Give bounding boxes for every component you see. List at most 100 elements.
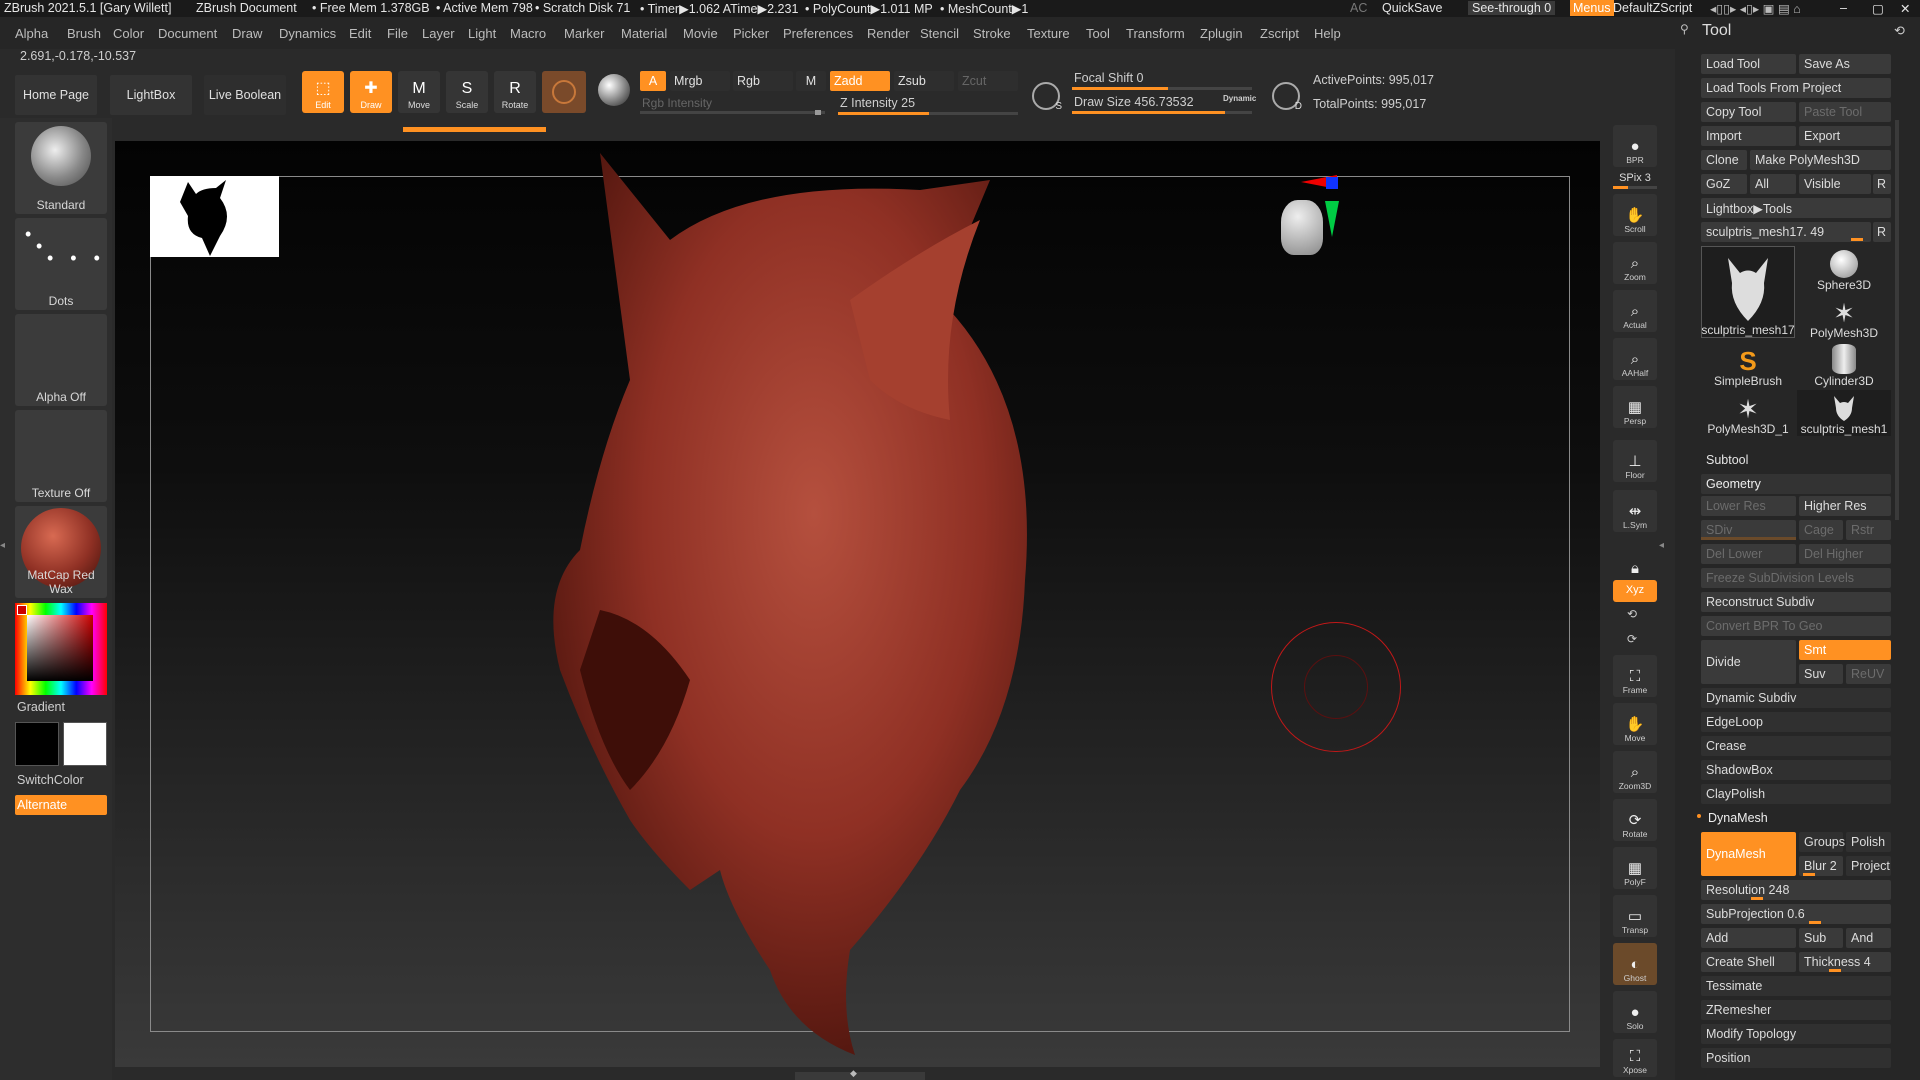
paste-tool-button[interactable]: Paste Tool	[1799, 102, 1891, 122]
menu-zplugin[interactable]: Zplugin	[1200, 26, 1243, 41]
load-tools-from-project-button[interactable]: Load Tools From Project	[1701, 78, 1891, 98]
resolution-slider[interactable]: Resolution 248	[1701, 880, 1891, 900]
frame-button[interactable]: ⛶ Frame	[1613, 655, 1657, 697]
sub-button[interactable]: Sub	[1799, 928, 1843, 948]
current-tool-r-button[interactable]: R	[1873, 222, 1891, 242]
menu-preferences[interactable]: Preferences	[783, 26, 853, 41]
create-shell-button[interactable]: Create Shell	[1701, 952, 1796, 972]
tool-tile-cylinder3d[interactable]: Cylinder3D	[1797, 342, 1891, 388]
material-thumbnail[interactable]: MatCap Red Wax	[15, 506, 107, 598]
menu-draw[interactable]: Draw	[232, 26, 262, 41]
m-button[interactable]: M	[796, 71, 826, 91]
polyf-button[interactable]: ▦ PolyF	[1613, 847, 1657, 889]
quicksave-button[interactable]: QuickSave	[1382, 1, 1442, 15]
modify-topology-section[interactable]: Modify Topology	[1701, 1024, 1891, 1044]
right-collapse-icon[interactable]: ◂	[1659, 540, 1667, 551]
default-zscript[interactable]: DefaultZScript	[1613, 1, 1692, 15]
menu-movie[interactable]: Movie	[683, 26, 718, 41]
convert-bpr-button[interactable]: Convert BPR To Geo	[1701, 616, 1891, 636]
dynamic-subdiv-section[interactable]: Dynamic Subdiv	[1701, 688, 1891, 708]
menu-render[interactable]: Render	[867, 26, 910, 41]
and-button[interactable]: And	[1846, 928, 1891, 948]
floor-button[interactable]: ⊥ Floor	[1613, 440, 1657, 482]
menu-stencil[interactable]: Stencil	[920, 26, 959, 41]
actual-button[interactable]: ⌕ Actual	[1613, 290, 1657, 332]
menu-macro[interactable]: Macro	[510, 26, 546, 41]
zremesher-section[interactable]: ZRemesher	[1701, 1000, 1891, 1020]
current-tool-slider[interactable]: sculptris_mesh17. 49	[1701, 222, 1871, 242]
color-picker[interactable]	[15, 603, 107, 695]
material-swatch-button[interactable]	[542, 71, 586, 113]
ghost-button[interactable]: ◐ Ghost	[1613, 943, 1657, 985]
focal-shift-slider[interactable]	[1072, 87, 1252, 90]
dynamic-label[interactable]: Dynamic	[1223, 94, 1256, 103]
orientation-head-icon[interactable]	[1271, 155, 1339, 280]
del-lower-button[interactable]: Del Lower	[1701, 544, 1796, 564]
polish-button[interactable]: Polish	[1846, 832, 1891, 852]
menu-zscript[interactable]: Zscript	[1260, 26, 1299, 41]
menu-material[interactable]: Material	[621, 26, 667, 41]
tool-panel-scrollbar[interactable]	[1895, 120, 1899, 520]
tool-tile-sculptris[interactable]: sculptris_mesh17	[1701, 246, 1795, 338]
zcut-button[interactable]: Zcut	[958, 71, 1018, 91]
make-polymesh3d-button[interactable]: Make PolyMesh3D	[1750, 150, 1891, 170]
transp-button[interactable]: ▭ Transp	[1613, 895, 1657, 937]
lower-res-button[interactable]: Lower Res	[1701, 496, 1796, 516]
divide-button[interactable]: Divide	[1701, 640, 1796, 684]
freeze-subdivision-button[interactable]: Freeze SubDivision Levels	[1701, 568, 1891, 588]
secondary-color-swatch[interactable]	[63, 722, 107, 766]
zoom3d-button[interactable]: ⌕ Zoom3D	[1613, 751, 1657, 793]
clone-button[interactable]: Clone	[1701, 150, 1747, 170]
minimize-icon[interactable]: –	[1840, 1, 1847, 15]
rotate-view-button[interactable]: ⟳ Rotate	[1613, 799, 1657, 841]
edgeloop-section[interactable]: EdgeLoop	[1701, 712, 1891, 732]
tool-tile-simplebrush[interactable]: S SimpleBrush	[1701, 342, 1795, 388]
scroll-button[interactable]: ✋ Scroll	[1613, 194, 1657, 236]
menu-light[interactable]: Light	[468, 26, 496, 41]
brush-thumbnail[interactable]: Standard	[15, 122, 107, 214]
scale-button[interactable]: S Scale	[446, 71, 488, 113]
menu-picker[interactable]: Picker	[733, 26, 769, 41]
zsub-button[interactable]: Zsub	[894, 71, 954, 91]
lock-button[interactable]: 🔒︎	[1613, 537, 1657, 579]
spix-slider[interactable]: SPix 3	[1613, 172, 1657, 189]
maximize-icon[interactable]: ▢	[1872, 1, 1884, 16]
menu-tool[interactable]: Tool	[1086, 26, 1110, 41]
move-view-button[interactable]: ✋ Move	[1613, 703, 1657, 745]
position-section[interactable]: Position	[1701, 1048, 1891, 1068]
tool-pin-icon[interactable]: ⚲	[1680, 22, 1689, 36]
home-page-button[interactable]: Home Page	[15, 75, 97, 115]
focal-s-icon[interactable]: S	[1032, 82, 1062, 112]
xyz-button[interactable]: Xyz	[1613, 580, 1657, 602]
goz-all-button[interactable]: All	[1750, 174, 1796, 194]
silhouette-preview[interactable]	[150, 176, 279, 257]
goz-button[interactable]: GoZ	[1701, 174, 1747, 194]
crease-section[interactable]: Crease	[1701, 736, 1891, 756]
subtool-section[interactable]: Subtool	[1701, 450, 1891, 470]
tool-tile-polymesh3d[interactable]: ✶ PolyMesh3D	[1797, 294, 1891, 340]
lightbox-button[interactable]: LightBox	[110, 75, 192, 115]
draw-button[interactable]: ✚ Draw	[350, 71, 392, 113]
menu-stroke[interactable]: Stroke	[973, 26, 1011, 41]
rstr-button[interactable]: Rstr	[1846, 520, 1891, 540]
edit-button[interactable]: ⬚ Edit	[302, 71, 344, 113]
rgb-button[interactable]: Rgb	[733, 71, 793, 91]
menu-color[interactable]: Color	[113, 26, 144, 41]
switchcolor-button[interactable]: SwitchColor	[17, 773, 84, 787]
tool-tile-sculptris-1[interactable]: sculptris_mesh1	[1797, 390, 1891, 436]
tessimate-section[interactable]: Tessimate	[1701, 976, 1891, 996]
reuv-button[interactable]: ReUV	[1846, 664, 1891, 684]
shading-sphere-icon[interactable]	[598, 74, 630, 106]
menu-dynamics[interactable]: Dynamics	[279, 26, 336, 41]
lightbox-tools-button[interactable]: Lightbox▶Tools	[1701, 198, 1891, 218]
dynamesh-button[interactable]: DynaMesh	[1701, 832, 1796, 876]
alternate-button[interactable]: Alternate	[15, 795, 107, 815]
menu-alpha[interactable]: Alpha	[15, 26, 48, 41]
rgb-intensity-slider[interactable]	[640, 110, 825, 115]
menu-help[interactable]: Help	[1314, 26, 1341, 41]
menu-transform[interactable]: Transform	[1126, 26, 1185, 41]
sdiv-slider[interactable]: SDiv	[1701, 520, 1796, 540]
menu-marker[interactable]: Marker	[564, 26, 604, 41]
aahalf-button[interactable]: ⌕ AAHalf	[1613, 338, 1657, 380]
gradient-label[interactable]: Gradient	[17, 700, 65, 714]
